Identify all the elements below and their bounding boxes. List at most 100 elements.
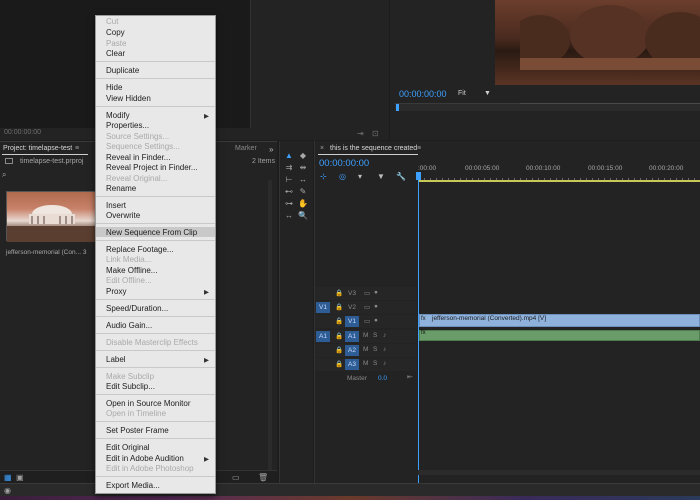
chevron-down-icon[interactable]: ▼ (484, 90, 491, 97)
work-area-bar[interactable] (418, 180, 700, 182)
track-name-v3[interactable]: V3 (345, 288, 359, 299)
lock-icon[interactable]: 🔒 (335, 346, 343, 354)
menu-item-speed-duration[interactable]: Speed/Duration... (106, 304, 168, 313)
panel-menu-icon[interactable]: ≡ (75, 145, 79, 152)
timeline-scrollbar[interactable] (418, 470, 700, 475)
zoom-tool-icon[interactable]: 🔍 (298, 211, 308, 221)
lock-icon[interactable]: 🔒 (335, 317, 343, 325)
track-name-a2[interactable]: A2 (345, 345, 359, 356)
program-playhead[interactable] (396, 104, 399, 111)
wrench-icon[interactable]: 🔧 (396, 172, 406, 181)
panel-menu-icon[interactable]: ≡ (417, 145, 421, 152)
menu-item-insert[interactable]: Insert (106, 201, 126, 210)
tab-project[interactable]: Project: timelapse-test (3, 145, 72, 152)
playhead-line[interactable] (418, 180, 419, 483)
menu-item-edit-subclip[interactable]: Edit Subclip... (106, 382, 155, 391)
slide-tool-icon[interactable]: ⊶ (284, 199, 294, 209)
track-select-tool-icon[interactable]: ⇉ (284, 163, 294, 173)
menu-item-properties[interactable]: Properties... (106, 121, 149, 130)
menu-item-set-poster-frame[interactable]: Set Poster Frame (106, 426, 169, 435)
close-icon[interactable]: × (320, 145, 324, 152)
eye-icon[interactable]: ● (374, 303, 378, 310)
trash-icon[interactable]: 🗑 (258, 473, 268, 482)
program-scrollbar[interactable] (520, 103, 700, 104)
selection-tool-icon[interactable]: ▲ (284, 151, 294, 161)
timeline-timecode[interactable]: 00:00:00:00 (319, 158, 369, 169)
film-icon[interactable]: ▭ (364, 303, 370, 311)
rate-stretch-tool-icon[interactable]: ↔ (298, 175, 308, 185)
eye-icon[interactable]: ● (374, 289, 378, 296)
menu-item-view-hidden[interactable]: View Hidden (106, 94, 151, 103)
track-name-v1[interactable]: V1 (345, 316, 359, 327)
icon-view-icon[interactable]: ▣ (16, 473, 24, 482)
snap-icon[interactable]: ⊹ (320, 172, 327, 181)
zoom-select[interactable]: Fit (458, 90, 466, 97)
menu-item-audio-gain[interactable]: Audio Gain... (106, 321, 152, 330)
ripple-edit-tool-icon[interactable]: ⊢ (284, 175, 294, 185)
list-view-icon[interactable]: ▦ (4, 473, 12, 482)
film-icon[interactable]: ▭ (364, 317, 370, 325)
master-end-icon[interactable]: ⇤ (407, 373, 413, 381)
menu-item-edit-original[interactable]: Edit Original (106, 443, 150, 452)
hand-tool-icon[interactable]: ✋ (298, 199, 308, 209)
menu-item-clear[interactable]: Clear (106, 49, 125, 58)
menu-item-reveal-in-finder[interactable]: Reveal in Finder... (106, 153, 170, 162)
more-panels-icon[interactable]: » (269, 145, 273, 154)
add-marker-icon[interactable]: ▾ (358, 172, 362, 181)
menu-item-modify[interactable]: Modify (106, 111, 130, 120)
lock-icon[interactable]: 🔒 (335, 289, 343, 297)
lock-icon[interactable]: 🔒 (335, 303, 343, 311)
tab-marker[interactable]: Marker (235, 145, 257, 152)
panel-divider[interactable] (250, 0, 251, 128)
mute-button[interactable]: M (363, 346, 368, 353)
mute-button[interactable]: M (363, 360, 368, 367)
tab-sequence[interactable]: this is the sequence created (330, 145, 417, 152)
razor-tool-icon[interactable]: ◆ (298, 151, 308, 161)
pen-tool-icon[interactable]: ✎ (298, 187, 308, 197)
track-name-v2[interactable]: V2 (345, 302, 359, 313)
clip-name[interactable]: jefferson-memorial (Con... 3 (6, 249, 86, 256)
new-item-icon[interactable]: ▭ (232, 473, 240, 482)
menu-item-rename[interactable]: Rename (106, 184, 136, 193)
mic-icon[interactable]: ♪ (383, 332, 386, 339)
menu-item-label[interactable]: Label (106, 355, 126, 364)
mute-button[interactable]: M (363, 332, 368, 339)
clip-thumbnail[interactable] (6, 191, 98, 242)
playhead-handle[interactable] (416, 172, 421, 180)
mic-icon[interactable]: ♪ (383, 346, 386, 353)
menu-item-reveal-project[interactable]: Reveal Project in Finder... (106, 163, 198, 172)
menu-item-export-media[interactable]: Export Media... (106, 481, 160, 490)
menu-item-new-sequence-from-clip[interactable]: New Sequence From Clip (106, 228, 197, 237)
menu-item-make-offline[interactable]: Make Offline... (106, 266, 157, 275)
rate-tool-icon[interactable]: ↔ (284, 211, 294, 221)
export-frame-icon[interactable]: ⇥ (357, 129, 364, 138)
solo-button[interactable]: S (373, 332, 377, 339)
track-name-a1[interactable]: A1 (345, 331, 359, 342)
mic-icon[interactable]: ♪ (383, 360, 386, 367)
program-time-ruler[interactable] (395, 103, 700, 111)
source-patch-a1[interactable]: A1 (316, 331, 330, 342)
menu-item-edit-in-audition[interactable]: Edit in Adobe Audition (106, 454, 184, 463)
solo-button[interactable]: S (373, 346, 377, 353)
linked-selection-icon[interactable]: ◎ (339, 172, 346, 181)
lock-icon[interactable]: 🔒 (335, 332, 343, 340)
audio-clip[interactable] (419, 330, 700, 341)
menu-item-open-in-source-monitor[interactable]: Open in Source Monitor (106, 399, 191, 408)
menu-item-overwrite[interactable]: Overwrite (106, 211, 140, 220)
menu-item-replace-footage[interactable]: Replace Footage... (106, 245, 174, 254)
menu-item-copy[interactable]: Copy (106, 28, 125, 37)
rolling-edit-tool-icon[interactable]: ⇹ (298, 163, 308, 173)
master-volume[interactable]: 0.0 (378, 375, 387, 382)
slip-tool-icon[interactable]: ⊷ (284, 187, 294, 197)
program-timecode[interactable]: 00:00:00:00 (399, 89, 447, 99)
solo-button[interactable]: S (373, 360, 377, 367)
source-patch-v1[interactable]: V1 (316, 302, 330, 313)
eye-icon[interactable]: ● (374, 317, 378, 324)
lock-icon[interactable]: 🔒 (335, 360, 343, 368)
project-scrollbar[interactable] (268, 180, 272, 470)
button-editor-icon[interactable]: ⊡ (372, 129, 379, 138)
menu-item-hide[interactable]: Hide (106, 83, 122, 92)
menu-item-duplicate[interactable]: Duplicate (106, 66, 139, 75)
track-name-a3[interactable]: A3 (345, 359, 359, 370)
marker-icon[interactable]: ▼ (377, 172, 385, 181)
